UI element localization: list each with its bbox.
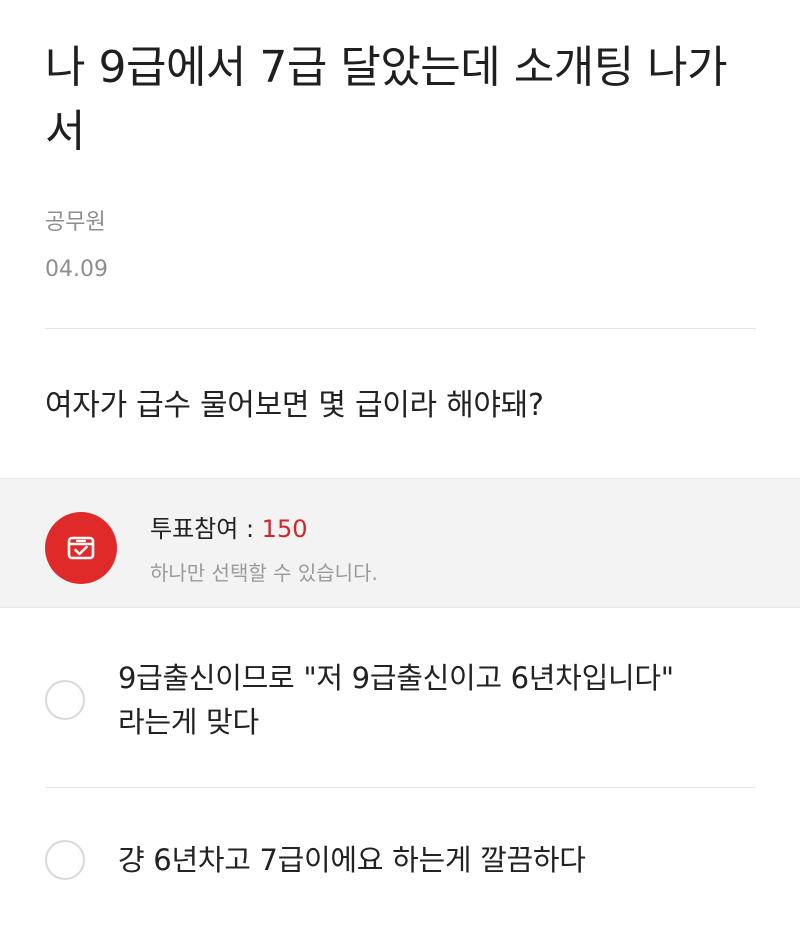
radio-button[interactable] [45, 840, 85, 880]
poll-header: 투표참여 : 150 하나만 선택할 수 있습니다. [0, 478, 800, 608]
radio-button[interactable] [45, 680, 85, 720]
poll-option[interactable]: 걍 6년차고 7급이에요 하는게 깔끔하다 [0, 788, 800, 939]
post-title: 나 9급에서 7급 달았는데 소개팅 나가서 [45, 42, 728, 157]
poll-participation-label: 투표참여 : [150, 515, 262, 543]
post-page: 나 9급에서 7급 달았는데 소개팅 나가서 공무원 04.09 여자가 급수 … [0, 0, 800, 939]
poll-participation: 투표참여 : 150 [150, 509, 307, 544]
post-body: 여자가 급수 물어보면 몇 급이라 해야돼? [45, 388, 544, 423]
poll-option-label: 9급출신이므로 "저 9급출신이고 6년차입니다" 라는게 맞다 [118, 661, 674, 739]
poll-option[interactable]: 9급출신이므로 "저 9급출신이고 6년차입니다" 라는게 맞다 [0, 640, 800, 786]
ballot-box-icon [45, 512, 117, 584]
post-date: 04.09 [45, 257, 108, 282]
poll-participation-count: 150 [261, 515, 308, 543]
post-category[interactable]: 공무원 [45, 204, 106, 236]
divider [45, 328, 756, 329]
poll-selection-note: 하나만 선택할 수 있습니다. [150, 561, 378, 585]
poll-option-label: 걍 6년차고 7급이에요 하는게 깔끔하다 [118, 843, 586, 877]
